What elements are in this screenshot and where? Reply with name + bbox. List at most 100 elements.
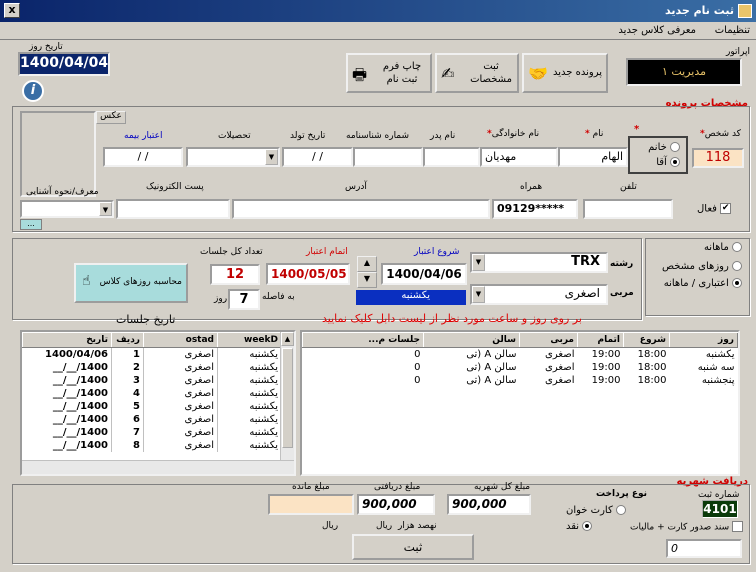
sessions-table[interactable]: weekD ostad ردیف تاریخ یکشنبه اصغری 1 1400/… bbox=[20, 330, 296, 476]
app-icon bbox=[738, 4, 752, 18]
referrer-dropdown[interactable]: ▼ bbox=[20, 200, 114, 218]
calc-days-button[interactable]: ☝ محاسبه روزهای کلاس bbox=[74, 263, 188, 303]
credit-monthly-radio[interactable]: اعتباری / ماهانه bbox=[664, 278, 742, 289]
table-cell: 1400/__/__ bbox=[22, 425, 112, 439]
table-row[interactable]: سه شنبه 18:00 19:00 اصغری سالن A (تی 0 bbox=[303, 361, 738, 374]
table-cell: 7 bbox=[111, 425, 144, 439]
table-row[interactable]: یکشنبه اصغری 8 1400/__/__ bbox=[22, 438, 282, 452]
col-weekd: weekD bbox=[217, 332, 282, 348]
table-row[interactable]: یکشنبه اصغری 6 1400/__/__ bbox=[22, 412, 282, 426]
receipt-label: شماره ثبت bbox=[698, 490, 740, 500]
father-label: نام پدر bbox=[430, 131, 456, 141]
close-button[interactable]: x bbox=[4, 3, 20, 18]
table-cell: 8 bbox=[111, 438, 144, 452]
new-file-button[interactable]: 🤝 پرونده جدید bbox=[522, 53, 608, 93]
table-cell: 6 bbox=[111, 412, 144, 426]
total-label: مبلغ کل شهریه bbox=[474, 482, 531, 492]
specific-days-radio[interactable]: روزهای مشخص bbox=[662, 261, 742, 272]
remaining-field[interactable] bbox=[268, 494, 354, 515]
gender-male-radio[interactable]: آقا bbox=[656, 157, 680, 168]
total-field[interactable]: 900,000 bbox=[447, 494, 531, 515]
col-ostad: ostad bbox=[143, 332, 218, 348]
family-label: *نام خانوادگی bbox=[487, 129, 540, 139]
table-cell: پنجشنبه bbox=[701, 374, 735, 386]
write-icon: ✍ bbox=[441, 64, 455, 83]
photo-box[interactable] bbox=[20, 111, 96, 197]
id-field[interactable] bbox=[353, 147, 423, 167]
code-field[interactable]: 118 bbox=[692, 148, 744, 168]
table-cell: 19:00 bbox=[591, 361, 621, 373]
coach-dropdown[interactable]: اصغری ▼ bbox=[470, 284, 608, 305]
insurance-field[interactable]: / / bbox=[103, 147, 183, 167]
father-field[interactable] bbox=[423, 147, 480, 167]
menu-settings[interactable]: تنظیمات bbox=[715, 25, 750, 36]
active-checkbox[interactable]: فعال ✔ bbox=[697, 203, 732, 215]
interval-field[interactable]: 7 bbox=[228, 289, 260, 310]
table-cell: یکشنبه bbox=[217, 360, 282, 374]
invoice-checkbox[interactable]: سند صدور کارت + مالیات bbox=[630, 521, 744, 533]
table-row[interactable]: یکشنبه اصغری 1 1400/04/06 bbox=[22, 347, 282, 361]
sessions-count-field[interactable]: 12 bbox=[210, 264, 260, 285]
operator-label: اپراتور bbox=[726, 47, 750, 57]
mobile-field[interactable]: 09129***** bbox=[492, 199, 578, 219]
table-row[interactable]: یکشنبه 18:00 19:00 اصغری سالن A (تی 0 bbox=[303, 348, 738, 361]
chevron-down-icon: ▼ bbox=[472, 286, 485, 303]
gender-female-radio[interactable]: خانم bbox=[648, 142, 680, 153]
operator-display: مدیریت ۱ bbox=[626, 58, 742, 86]
col-start: شروع bbox=[623, 332, 670, 348]
phone-field[interactable] bbox=[583, 199, 673, 219]
name-field[interactable]: الهام bbox=[558, 147, 628, 167]
history-title: تاریخ جلسات bbox=[116, 313, 176, 326]
register-button[interactable]: ✍ ثبت مشخصات bbox=[435, 53, 519, 93]
family-field[interactable]: مهدیان bbox=[480, 147, 558, 167]
schedule-hint: بر روی روز و ساعت مورد نظر از لیست دابل … bbox=[322, 312, 582, 325]
table-cell: 18:00 bbox=[637, 348, 667, 360]
table-cell: یکشنبه bbox=[217, 412, 282, 426]
table-row[interactable]: یکشنبه اصغری 2 1400/__/__ bbox=[22, 360, 282, 374]
table-cell: 4 bbox=[111, 386, 144, 400]
table-cell: 19:00 bbox=[591, 374, 621, 386]
end-date-field[interactable]: 1400/05/05 bbox=[266, 263, 350, 285]
card-radio[interactable]: کارت خوان bbox=[566, 505, 626, 516]
print-button[interactable]: 🖶 چاپ فرم ثبت نام bbox=[346, 53, 432, 93]
table-cell: اصغری bbox=[143, 347, 218, 361]
schedule-table[interactable]: روز شروع اتمام مربی سالن جلسات م... یکشن… bbox=[300, 330, 740, 476]
submit-button[interactable]: ثبت bbox=[352, 534, 474, 560]
table-row[interactable]: یکشنبه اصغری 7 1400/__/__ bbox=[22, 425, 282, 439]
table-cell: 0 bbox=[414, 374, 421, 386]
sessions-scrollbar[interactable]: ▲ bbox=[280, 332, 294, 474]
field-dropdown[interactable]: TRX ▼ bbox=[470, 252, 608, 273]
birth-field[interactable]: / / bbox=[282, 147, 353, 167]
edu-dropdown[interactable]: ▼ bbox=[186, 147, 280, 167]
start-day-display: یکشنبه bbox=[356, 290, 466, 305]
monthly-radio[interactable]: ماهانه bbox=[704, 242, 742, 253]
table-cell: 0 bbox=[414, 348, 421, 360]
photo-button[interactable]: عکس bbox=[96, 111, 126, 124]
table-cell: 1400/04/06 bbox=[22, 347, 112, 361]
table-row[interactable]: یکشنبه اصغری 3 1400/__/__ bbox=[22, 373, 282, 387]
start-down-button[interactable]: ▼ bbox=[357, 272, 377, 288]
address-field[interactable] bbox=[232, 199, 490, 219]
info-icon[interactable]: i bbox=[22, 80, 44, 102]
table-cell: 1400/__/__ bbox=[22, 412, 112, 426]
cash-radio[interactable]: نقد bbox=[566, 521, 593, 532]
table-cell: اصغری bbox=[545, 348, 575, 360]
referrer-more-button[interactable]: ... bbox=[20, 219, 42, 230]
date-label: تاریخ روز bbox=[29, 42, 63, 52]
received-field[interactable]: 900,000 bbox=[357, 494, 435, 515]
table-row[interactable]: پنجشنبه 18:00 19:00 اصغری سالن A (تی 0 bbox=[303, 374, 738, 387]
email-field[interactable] bbox=[116, 199, 230, 219]
sessions-hscrollbar[interactable] bbox=[22, 460, 294, 474]
printer-icon: 🖶 bbox=[352, 65, 368, 84]
window-title: ثبت نام جدید bbox=[664, 4, 734, 17]
table-row[interactable]: یکشنبه اصغری 5 1400/__/__ bbox=[22, 399, 282, 413]
start-up-button[interactable]: ▲ bbox=[357, 256, 377, 272]
interval-unit: روز bbox=[214, 294, 228, 304]
start-date-field[interactable]: 1400/04/06 bbox=[381, 263, 467, 285]
menu-new-class[interactable]: معرفی کلاس جدید bbox=[618, 25, 696, 36]
start-label: شروع اعتبار bbox=[414, 247, 460, 257]
table-row[interactable]: یکشنبه اصغری 4 1400/__/__ bbox=[22, 386, 282, 400]
table-cell: 1400/__/__ bbox=[22, 373, 112, 387]
invoice-field[interactable]: 0 bbox=[666, 539, 742, 558]
handshake-icon: 🤝 bbox=[528, 64, 548, 83]
